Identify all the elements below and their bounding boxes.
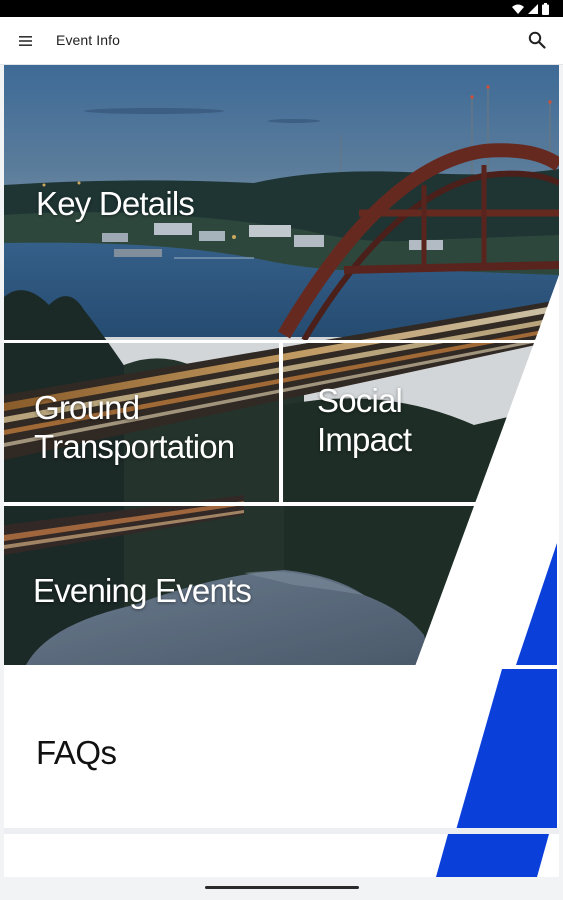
status-bar (0, 0, 563, 17)
signal-icon (528, 3, 538, 14)
menu-icon[interactable] (16, 31, 36, 51)
search-icon[interactable] (527, 30, 547, 50)
event-info-grid: Key Details Ground Transportation Social… (4, 65, 559, 877)
page-title: Event Info (56, 32, 121, 48)
status-icons (512, 2, 549, 15)
tile-label-faqs: FAQs (36, 734, 117, 771)
home-indicator[interactable] (205, 886, 359, 889)
wifi-icon (512, 4, 524, 14)
battery-icon (542, 2, 549, 15)
app-bar: Event Info (0, 17, 563, 65)
